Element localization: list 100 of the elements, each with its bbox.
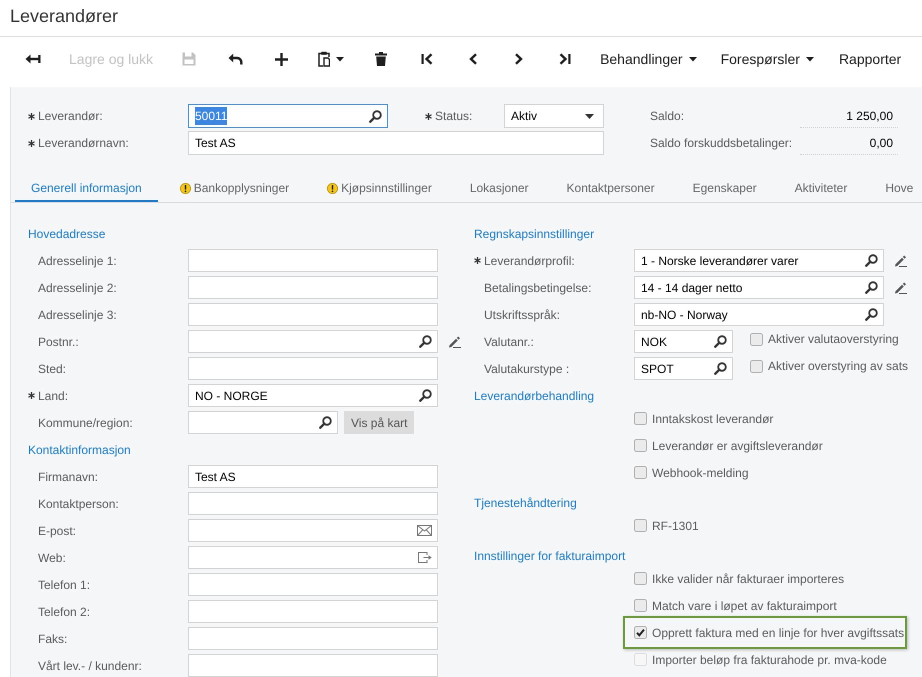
text-field[interactable]	[188, 627, 438, 650]
back-arrow-icon	[25, 53, 41, 65]
search-icon[interactable]	[865, 254, 878, 267]
checkbox-label: Match vare i løpet av fakturaimport	[652, 598, 837, 614]
toolbar-button[interactable]: Rapporter	[826, 42, 914, 76]
pencil-icon[interactable]	[894, 281, 907, 294]
checkbox[interactable]	[634, 599, 647, 612]
field-label: Vårt lev.- / kundenr:	[38, 658, 142, 672]
checkbox[interactable]	[750, 360, 763, 372]
section-heading: Regnskapsinnstillinger	[474, 227, 594, 241]
lookup-field[interactable]: 14 - 14 dager netto	[634, 276, 884, 299]
checkbox[interactable]	[750, 332, 763, 346]
field-label: Faks:	[38, 632, 68, 646]
tab[interactable]: Hove	[869, 176, 922, 202]
envelope-icon[interactable]	[417, 525, 432, 536]
chevron-right-icon	[515, 53, 524, 65]
lookup-field[interactable]: 50011	[188, 104, 388, 128]
search-icon[interactable]	[319, 416, 332, 429]
tab[interactable]: Bankopplysninger	[164, 176, 306, 202]
checkbox[interactable]	[634, 439, 647, 452]
search-icon[interactable]	[865, 281, 878, 294]
caret-icon	[336, 56, 344, 62]
text-field[interactable]	[188, 357, 438, 380]
field-label: Leverandørprofil:	[484, 254, 575, 268]
clipboard-icon	[318, 51, 330, 67]
email-field[interactable]	[188, 519, 438, 542]
text-field[interactable]	[188, 303, 438, 326]
chevron-bar-left-icon	[421, 53, 434, 65]
field-label: Status:	[435, 109, 472, 123]
tab[interactable]: Lokasjoner	[454, 176, 545, 202]
tab[interactable]: Kjøpsinnstillinger	[311, 176, 448, 202]
map-button[interactable]: Vis på kart	[344, 411, 414, 434]
field-label: Valutanr.:	[484, 334, 534, 348]
chevron-bar-right-icon	[559, 53, 572, 65]
tab[interactable]: Aktiviteter	[778, 176, 864, 202]
checkbox-label: Opprett faktura med en linje for hver avgiftssats	[652, 624, 904, 642]
checkbox[interactable]	[634, 519, 647, 532]
caret-icon	[688, 56, 697, 62]
balance-value: 0,00	[800, 131, 898, 155]
undo-arrow-icon	[228, 53, 243, 65]
lookup-field[interactable]	[188, 330, 438, 353]
field-label: Leverandørnavn:	[38, 136, 129, 150]
field-label: Leverandør:	[38, 109, 103, 123]
dropdown-caret-icon	[585, 114, 594, 118]
tab[interactable]: Kontaktpersoner	[550, 176, 671, 202]
text-field[interactable]: Test AS	[188, 465, 438, 488]
text-field[interactable]	[188, 276, 438, 299]
checkbox-label: Importer beløp fra fakturahode pr. mva-kode	[652, 652, 887, 668]
field-label: Web:	[38, 550, 66, 564]
field-label: Kommune/region:	[38, 416, 133, 430]
field-label: Telefon 2:	[38, 604, 90, 618]
field-label: Postnr.:	[38, 334, 79, 348]
balance-value: 1 250,00	[800, 104, 898, 128]
checkbox-label: RF-1301	[652, 518, 699, 534]
text-field[interactable]	[188, 600, 438, 623]
lookup-field[interactable]: nb-NO - Norway	[634, 303, 884, 326]
window-title: Leverandører	[10, 6, 118, 26]
search-icon[interactable]	[419, 335, 432, 348]
lookup-field[interactable]	[188, 411, 338, 434]
field-label: Adresselinje 2:	[38, 280, 117, 294]
dropdown[interactable]: Aktiv	[504, 104, 604, 128]
search-icon[interactable]	[419, 389, 432, 402]
field-label: Utskriftsspråk:	[484, 308, 560, 322]
search-icon[interactable]	[865, 308, 878, 321]
text-field[interactable]	[188, 573, 438, 596]
lookup-field[interactable]: SPOT	[634, 357, 733, 380]
section-heading: Innstillinger for fakturaimport	[474, 549, 626, 563]
search-icon[interactable]	[714, 362, 727, 375]
pencil-icon[interactable]	[894, 254, 907, 267]
field-label: Telefon 1:	[38, 578, 90, 592]
field-label: Saldo forskuddsbetalinger:	[650, 136, 792, 150]
lookup-field[interactable]: NOK	[634, 330, 733, 353]
field-label: Kontaktperson:	[38, 496, 119, 510]
menu-button[interactable]: Behandlinger	[588, 42, 709, 76]
web-address-field[interactable]	[188, 546, 438, 569]
lookup-field[interactable]: 1 - Norske leverandører varer	[634, 249, 884, 272]
text-field[interactable]	[188, 249, 438, 272]
section-heading: Kontaktinformasjon	[28, 443, 131, 457]
caret-icon	[806, 56, 814, 62]
checkbox-label: Webhook-melding	[652, 464, 748, 482]
checkbox-label: Inntakskost leverandør	[652, 410, 774, 428]
checkbox[interactable]	[634, 572, 647, 585]
pencil-icon[interactable]	[448, 335, 461, 348]
field-label: Land:	[38, 388, 68, 402]
tab[interactable]: Generell informasjon	[15, 176, 158, 202]
tab[interactable]: Egenskaper	[676, 176, 773, 202]
checkbox[interactable]	[634, 412, 647, 425]
text-field[interactable]	[188, 492, 438, 515]
search-icon[interactable]	[714, 335, 727, 348]
section-heading: Tjenestehåndtering	[474, 496, 577, 510]
checkbox-label: Leverandør er avgiftsleverandør	[652, 438, 823, 454]
checkbox-label: Aktiver valutaoverstyring	[768, 331, 899, 348]
search-icon[interactable]	[369, 110, 382, 122]
checkbox[interactable]	[634, 626, 647, 639]
external-link-icon[interactable]	[418, 552, 432, 563]
lookup-field[interactable]: NO - NORGE	[188, 384, 438, 407]
text-field[interactable]	[188, 654, 438, 677]
menu-button[interactable]: Forespørsler	[708, 42, 826, 76]
text-field[interactable]: Test AS	[188, 131, 604, 155]
checkbox[interactable]	[634, 466, 647, 479]
